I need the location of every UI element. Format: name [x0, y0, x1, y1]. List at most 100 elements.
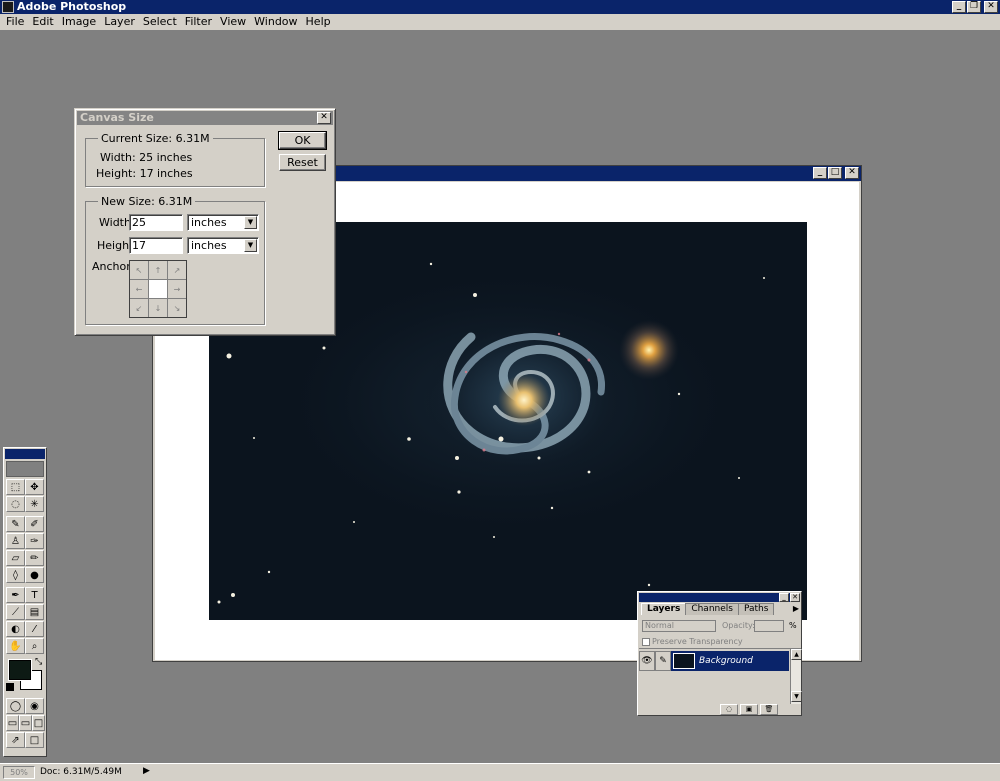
app-titlebar: Adobe Photoshop _ ❐ ✕	[0, 0, 1000, 14]
scroll-up-icon[interactable]: ▲	[791, 649, 802, 660]
hand-tool-icon[interactable]: ✋	[6, 638, 25, 654]
document-close-button[interactable]: ✕	[845, 167, 859, 179]
anchor-top[interactable]: ↑	[149, 261, 167, 279]
brush-icon[interactable]: ✎	[655, 651, 671, 671]
menu-layer[interactable]: Layer	[100, 15, 139, 29]
paint-bucket-icon[interactable]: ◐	[6, 621, 25, 637]
menu-file[interactable]: File	[2, 15, 28, 29]
menu-window[interactable]: Window	[250, 15, 301, 29]
airbrush-tool-icon[interactable]: ✎	[6, 516, 25, 532]
layers-close-button[interactable]: ✕	[790, 593, 800, 602]
layers-minimize-button[interactable]: _	[779, 593, 789, 602]
anchor-left[interactable]: ←	[130, 280, 148, 298]
status-menu-arrow-icon[interactable]: ▶	[143, 766, 150, 776]
width-unit-select[interactable]: inches ▼	[187, 214, 259, 231]
app-minimize-button[interactable]: _	[952, 1, 966, 13]
app-close-button[interactable]: ✕	[984, 1, 998, 13]
lasso-tool-icon[interactable]: ◌	[6, 496, 25, 512]
reset-button[interactable]: Reset	[279, 154, 326, 171]
toolbox-logo[interactable]	[6, 461, 44, 477]
eyedropper-tool-icon[interactable]: ⁄	[25, 621, 44, 637]
dodge-tool-icon[interactable]: ●	[25, 567, 44, 583]
marquee-tool-icon[interactable]: ⬚	[6, 479, 25, 495]
tab-layers[interactable]: Layers	[641, 603, 687, 615]
preserve-transparency-checkbox[interactable]	[642, 638, 650, 646]
photoshop-app-icon[interactable]	[2, 1, 14, 13]
toolbox-titlebar[interactable]	[5, 449, 45, 459]
width-input[interactable]	[129, 214, 183, 231]
opacity-input[interactable]	[754, 620, 784, 632]
document-maximize-button[interactable]: □	[828, 167, 842, 179]
opacity-label: Opacity:	[722, 621, 755, 630]
anchor-bottom[interactable]: ↓	[149, 299, 167, 317]
zoom-tool-icon[interactable]: ⌕	[25, 638, 44, 654]
anchor-bottom-right[interactable]: ↘	[168, 299, 186, 317]
palette-menu-arrow-icon[interactable]: ▶	[793, 604, 799, 613]
rubber-stamp-icon[interactable]: ♙	[6, 533, 25, 549]
trash-icon[interactable]: 🗑	[760, 704, 778, 715]
screen-mode-standard-icon[interactable]: ▭	[6, 715, 19, 731]
screen-mode-full-icon[interactable]: □	[32, 715, 45, 731]
scroll-down-icon[interactable]: ▼	[791, 691, 802, 702]
standard-mode-icon[interactable]: ◯	[6, 698, 25, 714]
menu-image[interactable]: Image	[58, 15, 100, 29]
layers-palette-titlebar[interactable]: _ ✕	[639, 593, 800, 602]
app-restore-button[interactable]: ❐	[967, 1, 981, 13]
menu-view[interactable]: View	[216, 15, 250, 29]
tab-channels[interactable]: Channels	[685, 603, 739, 615]
move-tool-icon[interactable]: ✥	[25, 479, 44, 495]
app-title: Adobe Photoshop	[17, 0, 127, 13]
dialog-titlebar[interactable]: Canvas Size ✕	[77, 111, 333, 125]
layer-effects-icon[interactable]: ◌	[720, 704, 738, 715]
tab-paths[interactable]: Paths	[737, 603, 775, 615]
anchor-grid: ↖ ↑ ↗ ← → ↙ ↓ ↘	[129, 260, 187, 318]
document-minimize-button[interactable]: _	[813, 167, 827, 179]
new-layer-icon[interactable]: ▣	[740, 704, 758, 715]
menu-edit[interactable]: Edit	[28, 15, 57, 29]
gradient-tool-icon[interactable]: ▤	[25, 604, 44, 620]
pencil-tool-icon[interactable]: ✏	[25, 550, 44, 566]
chevron-down-icon[interactable]: ▼	[244, 239, 257, 252]
eraser-tool-icon[interactable]: ▱	[6, 550, 25, 566]
eye-icon[interactable]: 👁	[639, 651, 655, 671]
new-size-legend: New Size: 6.31M	[98, 195, 196, 208]
dialog-close-button[interactable]: ✕	[317, 112, 331, 124]
layer-item[interactable]: Background	[671, 651, 789, 671]
width-unit-value: inches	[191, 216, 227, 229]
foreground-color-swatch[interactable]	[9, 660, 31, 680]
paintbrush-tool-icon[interactable]: ✐	[25, 516, 44, 532]
anchor-top-right[interactable]: ↗	[168, 261, 186, 279]
ok-button[interactable]: OK	[278, 131, 327, 150]
blur-tool-icon[interactable]: ◊	[6, 567, 25, 583]
jump-to-imageready-icon[interactable]: ⇗	[6, 732, 25, 748]
anchor-top-left[interactable]: ↖	[130, 261, 148, 279]
blend-mode-select[interactable]: Normal	[642, 620, 716, 632]
preserve-transparency-label: Preserve Transparency	[652, 637, 743, 646]
quick-mask-icon[interactable]: ◉	[25, 698, 44, 714]
anchor-center[interactable]	[149, 280, 167, 298]
height-input[interactable]	[129, 237, 183, 254]
default-colors-icon[interactable]	[6, 683, 14, 691]
menu-help[interactable]: Help	[302, 15, 335, 29]
layer-row-background[interactable]: 👁 ✎ Background	[639, 651, 789, 671]
swap-colors-icon[interactable]: ⤡	[35, 657, 42, 667]
height-unit-select[interactable]: inches ▼	[187, 237, 259, 254]
chevron-down-icon[interactable]: ▼	[244, 216, 257, 229]
menu-select[interactable]: Select	[139, 15, 181, 29]
screen-mode-full-menu-icon[interactable]: ▭	[19, 715, 32, 731]
zoom-level-field[interactable]: 50%	[3, 766, 35, 779]
imageready-window-icon[interactable]: □	[25, 732, 44, 748]
app-caption-buttons: _ ❐ ✕	[951, 1, 998, 13]
anchor-right[interactable]: →	[168, 280, 186, 298]
pen-tool-icon[interactable]: ✒	[6, 587, 25, 603]
toolbox: ⬚ ✥ ◌ ✳ ✎ ✐ ♙ ✑ ▱ ✏ ◊ ● ✒ T ⟋ ▤ ◐ ⁄ ✋ ⌕ ⤡ ◯ ◉ ▭ ▭ □ ⇗…	[3, 447, 47, 757]
document-caption-buttons: _ □ ✕	[812, 167, 859, 179]
layers-scrollbar[interactable]: ▲ ▼	[790, 649, 802, 704]
magic-wand-icon[interactable]: ✳	[25, 496, 44, 512]
menu-filter[interactable]: Filter	[181, 15, 216, 29]
anchor-bottom-left[interactable]: ↙	[130, 299, 148, 317]
history-brush-icon[interactable]: ✑	[25, 533, 44, 549]
measure-tool-icon[interactable]: ⟋	[6, 604, 25, 620]
type-tool-icon[interactable]: T	[25, 587, 44, 603]
color-swatches: ⤡	[6, 657, 44, 695]
